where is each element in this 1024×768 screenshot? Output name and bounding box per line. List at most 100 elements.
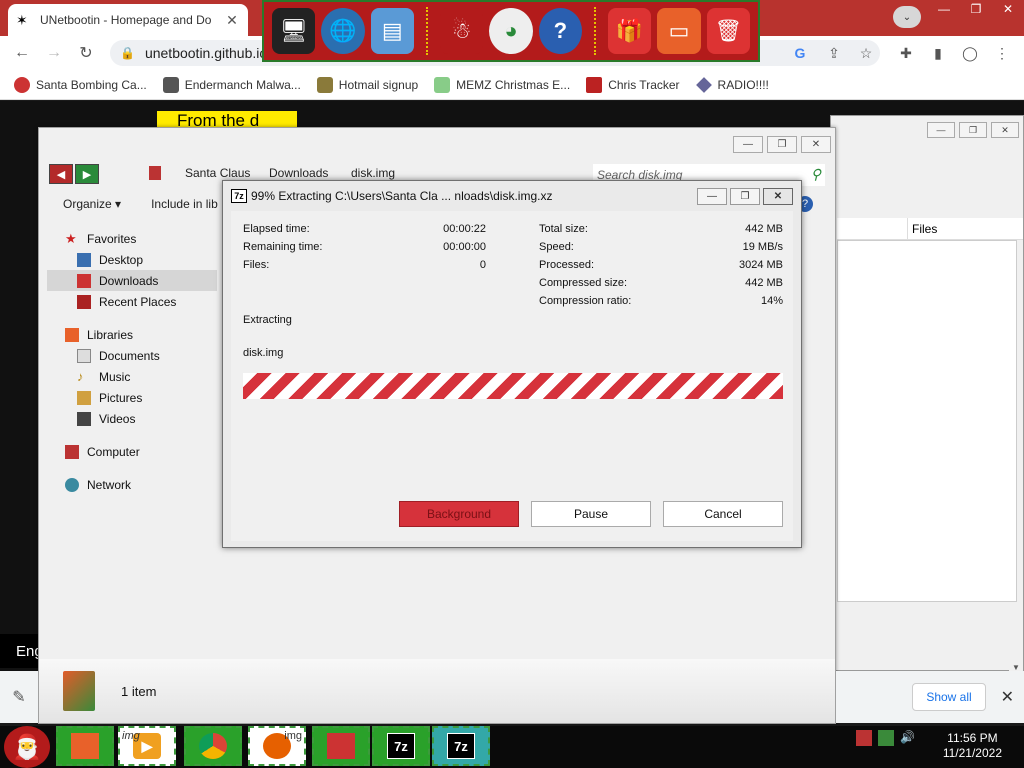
side-panel-icon[interactable]: ▮ (928, 43, 948, 63)
videos-icon (77, 411, 91, 426)
minimize-icon[interactable]: — (927, 122, 955, 138)
tab-search-dropdown-icon[interactable]: ⌄ (893, 6, 921, 28)
speed-value: 19 MB/s (742, 241, 783, 253)
clock[interactable]: 11:56 PM 11/21/2022 (943, 731, 1002, 761)
download-shelf: Show all ✕ (836, 671, 1024, 723)
close-icon[interactable]: ✕ (763, 188, 793, 205)
close-icon[interactable]: ✕ (992, 0, 1024, 18)
background-button[interactable]: Background (399, 501, 519, 527)
bookmark-item[interactable]: MEMZ Christmas E... (434, 76, 570, 93)
snowman-icon[interactable]: ☃ (439, 8, 484, 54)
gift-icon[interactable]: 🎁 (607, 8, 652, 54)
breadcrumb-item[interactable]: Downloads (269, 166, 328, 180)
share-icon[interactable]: ⇪ (824, 43, 844, 63)
minimize-icon[interactable]: — (928, 0, 960, 18)
restore-icon[interactable]: ❐ (959, 122, 987, 138)
column-header-row: Files (837, 218, 1023, 240)
window-titlebar[interactable]: — ❐ ✕ (39, 128, 835, 158)
back-arrow-icon[interactable]: ← (10, 41, 34, 65)
nav-item-documents[interactable]: Documents (47, 345, 217, 366)
bookmark-item[interactable]: Chris Tracker (586, 76, 680, 93)
nav-item-pictures[interactable]: Pictures (47, 387, 217, 408)
start-button-santa-icon[interactable]: 🎅 (4, 726, 50, 768)
bookmark-star-icon[interactable]: ☆ (856, 43, 876, 63)
bookmark-item[interactable]: Santa Bombing Ca... (14, 76, 147, 93)
scroll-down-icon[interactable]: ▼ (1009, 606, 1023, 672)
bookmark-item[interactable]: Endermanch Malwa... (162, 76, 301, 93)
close-icon[interactable]: ✕ (1001, 687, 1014, 707)
browser-tab[interactable]: ✶ UNetbootin - Homepage and Do ✕ (8, 4, 248, 36)
forward-arrow-icon[interactable]: → (42, 41, 66, 65)
control-panel-icon[interactable]: ▤ (370, 8, 414, 54)
close-tab-icon[interactable]: ✕ (224, 12, 240, 29)
windows-logo-icon[interactable]: ◕ (489, 8, 533, 54)
compression-ratio-value: 14% (760, 295, 783, 307)
close-icon[interactable]: ✕ (801, 136, 831, 153)
restore-icon[interactable]: ❐ (960, 0, 992, 18)
cancel-button[interactable]: Cancel (663, 501, 783, 527)
pin-icon[interactable]: ✎ (12, 687, 25, 707)
bookmarks-bar: Santa Bombing Ca... Endermanch Malwa... … (0, 70, 1024, 100)
dialog-title: 99% Extracting C:\Users\Santa Cla ... nl… (251, 189, 553, 203)
profile-avatar-icon[interactable]: ◯ (960, 43, 980, 63)
minimize-icon[interactable]: — (697, 188, 727, 205)
toolbox-icon (327, 733, 355, 759)
taskbar-firefox[interactable]: img (248, 726, 306, 766)
dock-separator (425, 7, 428, 55)
nav-item-videos[interactable]: Videos (47, 408, 217, 429)
bookmark-item[interactable]: Hotmail signup (316, 76, 418, 93)
folder-icon[interactable]: ▭ (657, 8, 701, 54)
bookmark-item[interactable]: RADIO!!!! (695, 76, 769, 93)
computer-santa-hat-icon[interactable]: 🖥 (272, 8, 316, 54)
network-icon[interactable] (878, 730, 894, 746)
globe-icon[interactable]: 🌐 (321, 8, 365, 54)
taskbar: 🎅 img ▶ img 7z 7z 🔊 11:56 PM 11/21/2022 (0, 726, 1024, 768)
radio-icon (695, 76, 712, 93)
recycle-bin-icon[interactable]: 🗑 (706, 8, 750, 54)
file-list (837, 240, 1017, 602)
help-icon[interactable]: ? (538, 8, 582, 54)
close-icon[interactable]: ✕ (991, 122, 1019, 138)
show-all-button[interactable]: Show all (912, 683, 986, 711)
nav-item-computer[interactable]: Computer (47, 441, 217, 462)
skull-icon (162, 76, 179, 93)
extensions-puzzle-icon[interactable]: ✚ (896, 43, 916, 63)
pause-button[interactable]: Pause (531, 501, 651, 527)
taskbar-seven-zip-active[interactable]: 7z (432, 726, 490, 766)
nav-item-network[interactable]: Network (47, 474, 217, 495)
breadcrumb-item[interactable]: disk.img (351, 166, 395, 180)
download-shelf-left: ✎ (0, 671, 38, 723)
back-icon[interactable]: ◀ (49, 164, 73, 184)
restore-icon[interactable]: ❐ (767, 136, 797, 153)
reload-icon[interactable]: ↻ (74, 41, 98, 65)
taskbar-chrome[interactable] (184, 726, 242, 766)
taskbar-explorer[interactable] (56, 726, 114, 766)
breadcrumb-item[interactable]: Santa Claus (185, 166, 250, 180)
search-icon[interactable]: ⚲ (811, 166, 821, 183)
compressed-size-label: Compressed size: (539, 277, 628, 289)
include-in-library-menu[interactable]: Include in lib (151, 197, 218, 211)
google-lens-icon[interactable]: G (790, 43, 810, 63)
nav-item-music[interactable]: ♪ Music (47, 366, 217, 387)
taskbar-seven-zip[interactable]: 7z (372, 726, 430, 766)
nav-item-recent-places[interactable]: Recent Places (47, 291, 217, 312)
taskbar-toolbox[interactable] (312, 726, 370, 766)
dialog-titlebar[interactable]: 7z 99% Extracting C:\Users\Santa Cla ...… (223, 181, 801, 211)
nav-item-desktop[interactable]: Desktop (47, 249, 217, 270)
navigation-pane: ★ Favorites Desktop Downloads Recent Plac… (47, 228, 217, 668)
organize-menu[interactable]: Organize ▾ (63, 197, 121, 211)
volume-icon[interactable]: 🔊 (900, 730, 916, 746)
desktop-icon (77, 252, 91, 267)
action-center-icon[interactable] (856, 730, 872, 746)
language-indicator: Eng (0, 634, 43, 668)
restore-icon[interactable]: ❐ (730, 188, 760, 205)
minimize-icon[interactable]: — (733, 136, 763, 153)
window-controls: — ❐ ✕ (697, 188, 793, 205)
nav-item-downloads[interactable]: Downloads (47, 270, 217, 291)
taskbar-media-player[interactable]: img ▶ (118, 726, 176, 766)
favorites-header[interactable]: ★ Favorites (47, 228, 217, 249)
libraries-header[interactable]: Libraries (47, 324, 217, 345)
forward-icon[interactable]: ▶ (75, 164, 99, 184)
chrome-menu-icon[interactable]: ⋮ (992, 43, 1012, 63)
files-column-header[interactable]: Files (907, 218, 937, 240)
